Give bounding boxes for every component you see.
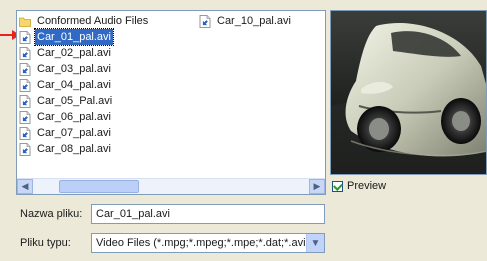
preview-toggle[interactable]: Preview [332, 180, 386, 192]
video-file-icon [19, 94, 35, 108]
video-file-icon [19, 126, 35, 140]
file-item[interactable]: Car_06_pal.avi [19, 109, 150, 125]
file-item[interactable]: Car_03_pal.avi [19, 61, 150, 77]
scroll-left-button[interactable]: ◀ [17, 179, 33, 194]
file-item-label: Car_02_pal.avi [37, 47, 111, 59]
file-list-pane[interactable]: Conformed Audio Files Car_01_pal.avi Car_0… [16, 10, 326, 195]
video-file-icon [199, 14, 215, 28]
file-item-label: Car_06_pal.avi [37, 111, 111, 123]
file-type-value: Video Files (*.mpg;*.mpeg;*.mpe;*.dat;*.… [96, 237, 313, 249]
file-list: Conformed Audio Files Car_01_pal.avi Car_0… [17, 11, 325, 179]
file-type-select[interactable]: Video Files (*.mpg;*.mpeg;*.mpe;*.dat;*.… [91, 233, 325, 253]
preview-label: Preview [347, 180, 387, 192]
horizontal-scrollbar[interactable]: ◀ ▶ [17, 178, 325, 194]
file-item-label: Conformed Audio Files [37, 15, 149, 27]
folder-item[interactable]: Conformed Audio Files [19, 13, 150, 29]
file-item[interactable]: Car_07_pal.avi [19, 125, 150, 141]
file-list-column-2: Car_10_pal.avi [199, 13, 293, 29]
video-file-icon [19, 78, 35, 92]
video-file-icon [19, 46, 35, 60]
file-type-dropdown-button[interactable]: ▼ [306, 234, 324, 252]
file-item-label: Car_10_pal.avi [217, 15, 291, 27]
chevron-right-icon: ▶ [313, 181, 321, 191]
preview-checkbox[interactable] [332, 180, 343, 192]
video-file-icon [19, 62, 35, 76]
preview-image [330, 10, 487, 175]
file-item[interactable]: Car_05_Pal.avi [19, 93, 150, 109]
file-item[interactable]: Car_02_pal.avi [19, 45, 150, 61]
scrollbar-thumb[interactable] [59, 180, 139, 193]
car-preview-thumbnail [331, 11, 486, 174]
video-file-icon [19, 142, 35, 156]
video-file-icon [19, 110, 35, 124]
file-item[interactable]: Car_01_pal.avi [19, 28, 150, 46]
chevron-down-icon: ▼ [310, 237, 321, 249]
file-name-input[interactable]: Car_01_pal.avi [91, 204, 325, 224]
file-list-column-1: Conformed Audio Files Car_01_pal.avi Car_0… [19, 13, 150, 157]
folder-icon [19, 15, 35, 28]
file-item-label: Car_05_Pal.avi [37, 95, 113, 107]
file-item-label: Car_01_pal.avi [34, 28, 114, 46]
file-item[interactable]: Car_08_pal.avi [19, 141, 150, 157]
video-file-icon [19, 30, 35, 44]
file-item-label: Car_08_pal.avi [37, 143, 111, 155]
file-item[interactable]: Car_04_pal.avi [19, 77, 150, 93]
file-item-label: Car_04_pal.avi [37, 79, 111, 91]
file-item-label: Car_07_pal.avi [37, 127, 111, 139]
file-name-label: Nazwa pliku: [20, 208, 83, 220]
chevron-left-icon: ◀ [21, 181, 29, 191]
file-type-label: Pliku typu: [20, 237, 71, 249]
file-item[interactable]: Car_10_pal.avi [199, 13, 293, 29]
scroll-right-button[interactable]: ▶ [309, 179, 325, 194]
open-file-dialog: Conformed Audio Files Car_01_pal.avi Car_0… [0, 0, 487, 261]
file-item-label: Car_03_pal.avi [37, 63, 111, 75]
